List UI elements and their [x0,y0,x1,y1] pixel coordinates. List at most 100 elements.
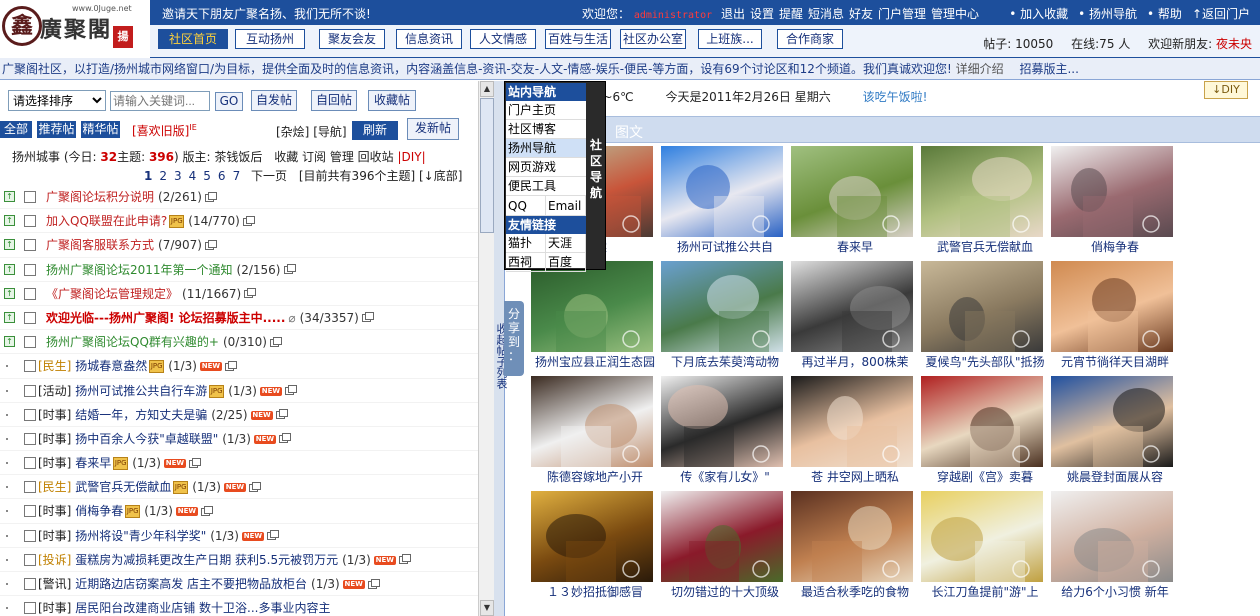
photo-thumbnail[interactable] [791,261,913,352]
details-link[interactable]: 详细介绍 [956,62,1004,76]
photo-caption[interactable]: 扬州宝应县正润生态园 [531,353,659,370]
my-replies-button[interactable]: 自回帖 [311,90,357,111]
table-row[interactable]: [时事] 居民阳台改建商业店铺 数十卫浴...多事业内容主 [0,596,478,616]
thread-checkbox[interactable] [24,602,36,615]
open-new-window-icon[interactable] [224,360,237,371]
scroll-up-icon[interactable]: ▲ [480,81,494,97]
nav-item-8[interactable]: 合作商家 [777,29,843,49]
thread-title[interactable]: 近期路边店窃案高发 店主不要把物品放柜台 [75,577,307,591]
thread-checkbox[interactable] [24,505,36,518]
link-xici[interactable]: 西祠 [506,253,546,272]
thread-checkbox[interactable] [24,553,36,566]
tab-all[interactable]: 全部帖 [0,121,32,153]
scroll-thumb[interactable] [480,98,494,233]
nav-item-5[interactable]: 百姓与生活 [545,29,611,49]
thread-checkbox[interactable] [24,239,36,252]
open-new-window-icon[interactable] [278,433,291,444]
thread-category[interactable]: [时事] [38,432,71,446]
user-link-1[interactable]: 设置 [750,7,774,21]
photo-caption[interactable]: 再过半月，800株茉 [791,353,919,370]
table-row[interactable]: [时事] 春来早 JPG (1/3) NEW [0,451,478,476]
photo-thumbnail[interactable] [791,376,913,467]
favorites-button[interactable]: 收藏帖 [368,90,416,111]
my-posts-button[interactable]: 自发帖 [251,90,297,111]
nav-qq[interactable]: QQ [506,196,546,216]
bottom-link[interactable]: [↓底部] [419,169,462,183]
share-tab[interactable]: 分享到： [504,301,524,376]
nav-community-blog[interactable]: 社区博客 [506,120,586,139]
top-right-link-1[interactable]: • 扬州导航 [1078,7,1137,21]
open-new-window-icon[interactable] [284,385,297,395]
thread-title[interactable]: 扬中百余人今获"卓越联盟" [75,432,218,446]
photo-thumbnail[interactable] [1051,491,1173,582]
photo-thumbnail[interactable] [531,261,653,352]
thread-checkbox[interactable] [24,432,36,445]
thread-category[interactable]: [时事] [38,601,71,615]
thread-title[interactable]: 欢迎光临---扬州广聚阁! 论坛招募版主中..... [46,311,285,325]
thread-title[interactable]: 广聚阁论坛积分说明 [46,190,154,204]
thread-title[interactable]: 扬州广聚阁论坛2011年第一个通知 [46,263,233,277]
forum-actions[interactable]: 收藏 订阅 管理 回收站 [274,150,393,164]
thread-title[interactable]: 武警官兵无偿献血 [75,480,171,494]
thread-checkbox[interactable] [24,481,36,494]
thread-checkbox[interactable] [24,408,36,421]
table-row[interactable]: ↑ 扬州广聚阁论坛2011年第一个通知 (2/156) [0,258,478,282]
top-right-link-3[interactable]: ↑返回门户 [1192,7,1250,21]
photo-thumbnail[interactable] [921,261,1043,352]
thread-checkbox[interactable] [24,263,36,276]
thread-checkbox[interactable] [24,384,36,397]
tab-recommend[interactable]: 推荐帖 [37,121,76,138]
photo-thumbnail[interactable] [661,376,783,467]
open-new-window-icon[interactable] [283,264,296,275]
nav-yangzhou-guide[interactable]: 扬州导航 [506,139,586,158]
nav-item-2[interactable]: 聚友会友 [319,29,385,49]
photo-caption[interactable]: 最适合秋季吃的食物 [791,583,919,600]
open-new-window-icon[interactable] [269,336,282,347]
thread-title[interactable]: 春来早 [75,456,111,470]
table-row[interactable]: [时事] 扬中百余人今获"卓越联盟" (1/3) NEW [0,427,478,452]
photo-caption[interactable]: 陈德容嫁地产小开 [531,468,659,485]
nav-link[interactable]: [导航] [313,125,346,139]
thread-title[interactable]: 俏梅争春 [75,504,123,518]
page-link-7[interactable]: 7 [233,169,241,183]
photo-caption[interactable]: 夏候鸟"先头部队"抵扬 [921,353,1049,370]
lunch-reminder[interactable]: 该吃午饭啦! [863,90,928,104]
page-link-3[interactable]: 3 [174,169,182,183]
thread-checkbox[interactable] [24,191,36,203]
thread-title[interactable]: 加入QQ联盟在此申请? [46,214,167,228]
thread-checkbox[interactable] [24,215,36,228]
user-link-0[interactable]: 退出 [721,7,745,21]
open-new-window-icon[interactable] [242,215,255,226]
nav-portal-home[interactable]: 门户主页 [506,101,586,120]
nav-item-6[interactable]: 社区办公室 [620,29,686,49]
user-link-4[interactable]: 好友 [849,7,873,21]
thread-checkbox[interactable] [24,336,36,349]
photo-thumbnail[interactable] [531,491,653,582]
top-right-link-2[interactable]: • 帮助 [1147,7,1182,21]
page-link-5[interactable]: 5 [203,169,211,183]
thread-title[interactable]: 扬城春意盎然 [75,359,147,373]
thread-checkbox[interactable] [24,311,36,324]
photo-thumbnail[interactable] [531,376,653,467]
link-baidu[interactable]: 百度 [546,253,586,272]
thread-checkbox[interactable] [24,360,36,373]
table-row[interactable]: ↑ 加入QQ联盟在此申请? JPG (14/770) [0,209,478,234]
nav-item-7[interactable]: 上班族... [698,29,762,49]
photo-thumbnail[interactable] [661,146,783,237]
open-new-window-icon[interactable] [200,505,213,516]
thread-category[interactable]: [活动] [38,384,71,398]
tab-digest[interactable]: 精华帖 [81,121,120,138]
go-button[interactable]: GO [215,92,243,111]
thread-title[interactable]: 扬州可试推公共自行车游 [75,384,207,398]
nav-item-3[interactable]: 信息资讯 [396,29,462,49]
link-tianya[interactable]: 天涯 [546,234,586,253]
photo-caption[interactable]: 苍 井空网上晒私 [791,468,919,485]
thread-title[interactable]: 广聚阁客服联系方式 [46,238,154,252]
nav-item-1[interactable]: 互动扬州 [235,29,305,49]
thread-category[interactable]: [投诉] [38,553,71,567]
table-row[interactable]: [时事] 扬州将设"青少年科学奖" (1/3) NEW [0,524,478,548]
photo-caption[interactable]: 给力6个小习惯 新年 [1051,583,1179,600]
photo-caption[interactable]: 切勿错过的十大顶级 [661,583,789,600]
table-row[interactable]: [时事] 结婚一年，方知丈夫是骗 (2/25) NEW [0,403,478,427]
thread-category[interactable]: [民生] [38,480,71,494]
